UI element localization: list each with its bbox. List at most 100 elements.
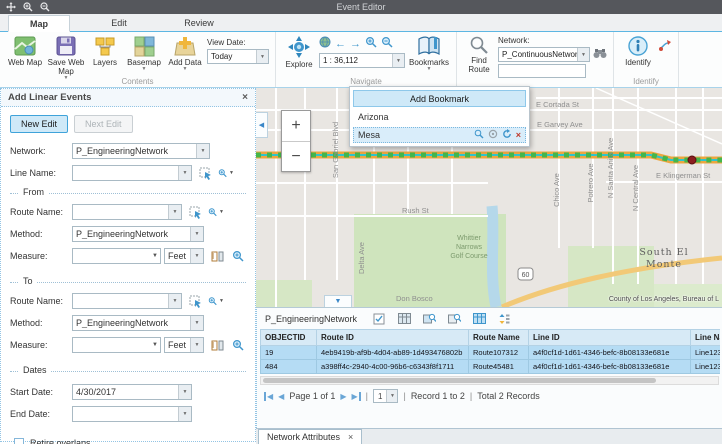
save-web-map-button[interactable]: Save Web Map ▼ bbox=[47, 35, 85, 81]
to-unit-select[interactable]: Feet ▼ bbox=[164, 337, 204, 353]
from-unit-select[interactable]: Feet ▼ bbox=[164, 248, 204, 264]
zoom-select-dropdown-icon[interactable]: ▼ bbox=[218, 166, 234, 180]
from-measure-input[interactable]: ▼ bbox=[72, 248, 161, 264]
tab-map[interactable]: Map bbox=[8, 15, 70, 32]
collapse-panel-left-button[interactable]: ◀ bbox=[256, 112, 268, 138]
last-page-button[interactable]: ▶ bbox=[352, 392, 361, 401]
col-objectid[interactable]: OBJECTID bbox=[261, 330, 317, 346]
chevron-down-icon[interactable]: ▼ bbox=[178, 407, 191, 421]
zoom-in-icon[interactable] bbox=[365, 35, 377, 53]
bookmark-delete-icon[interactable]: × bbox=[516, 130, 521, 140]
next-extent-icon[interactable]: → bbox=[350, 39, 361, 50]
next-page-button[interactable]: ▶ bbox=[340, 392, 346, 401]
chevron-down-icon[interactable]: ▼ bbox=[190, 338, 203, 352]
select-line-on-map-icon[interactable] bbox=[197, 166, 213, 180]
close-icon[interactable]: × bbox=[348, 432, 353, 442]
bookmark-item-mesa[interactable]: Mesa × bbox=[353, 127, 526, 143]
close-icon[interactable]: × bbox=[242, 92, 248, 103]
identify-button[interactable]: Identify bbox=[620, 35, 656, 67]
checkbox[interactable] bbox=[14, 438, 24, 444]
network-field-select[interactable]: P_EngineeringNetwork ▼ bbox=[72, 143, 210, 159]
chevron-down-icon[interactable]: ▼ bbox=[190, 249, 203, 263]
select-route-on-map-icon[interactable] bbox=[187, 205, 203, 219]
chevron-down-icon[interactable]: ▼ bbox=[178, 385, 191, 399]
web-map-button[interactable]: Web Map bbox=[6, 35, 44, 67]
bookmark-item-arizona[interactable]: Arizona bbox=[353, 109, 526, 125]
col-line-name[interactable]: Line Name bbox=[691, 330, 721, 346]
chevron-down-icon[interactable]: ▼ bbox=[152, 342, 160, 348]
network-select[interactable]: P_ContinuousNetwork ▼ bbox=[498, 47, 590, 62]
chevron-down-icon[interactable]: ▼ bbox=[190, 227, 203, 241]
bookmark-pan-icon[interactable] bbox=[488, 129, 498, 141]
table-row[interactable]: 19 4eb9419b-af9b-4d04-ab89-1d493476802b … bbox=[261, 346, 721, 360]
bookmark-refresh-icon[interactable] bbox=[502, 129, 512, 141]
pan-tool-icon[interactable] bbox=[5, 2, 16, 13]
chevron-down-icon[interactable]: ▼ bbox=[190, 316, 203, 330]
collapse-table-button[interactable]: ▼ bbox=[324, 295, 352, 307]
bookmark-zoom-icon[interactable] bbox=[474, 129, 484, 141]
page-size-select[interactable]: 1 ▼ bbox=[373, 389, 398, 403]
start-date-input[interactable]: 4/30/2017 ▼ bbox=[72, 384, 192, 400]
zoom-out-icon[interactable] bbox=[381, 35, 393, 53]
select-route-on-map-icon[interactable] bbox=[187, 294, 203, 308]
view-date-select[interactable]: Today ▼ bbox=[207, 49, 269, 64]
full-extent-icon[interactable] bbox=[319, 35, 331, 53]
col-line-id[interactable]: Line ID bbox=[529, 330, 691, 346]
col-route-name[interactable]: Route Name bbox=[469, 330, 529, 346]
to-route-name-select[interactable]: ▼ bbox=[72, 293, 182, 309]
measure-ruler-icon[interactable] bbox=[209, 249, 225, 263]
zoom-to-selection-icon[interactable] bbox=[422, 312, 436, 325]
tab-network-attributes[interactable]: Network Attributes × bbox=[258, 429, 362, 444]
explore-button[interactable]: Explore bbox=[282, 35, 316, 69]
add-data-button[interactable]: Add Data ▼ bbox=[166, 35, 204, 72]
zoom-out-tool-icon[interactable] bbox=[39, 2, 50, 13]
show-table-icon[interactable] bbox=[397, 312, 411, 325]
chevron-down-icon[interactable]: ▼ bbox=[152, 253, 160, 259]
find-route-button[interactable]: Find Route bbox=[463, 35, 495, 74]
next-edit-button[interactable]: Next Edit bbox=[74, 115, 133, 133]
chevron-down-icon[interactable]: ▼ bbox=[168, 205, 181, 219]
end-date-input[interactable]: ▼ bbox=[72, 406, 192, 422]
scrollbar-thumb[interactable] bbox=[263, 378, 656, 383]
highlight-selection-icon[interactable] bbox=[472, 312, 486, 325]
map-zoom-in-button[interactable]: + bbox=[282, 111, 310, 141]
col-route-id[interactable]: Route ID bbox=[317, 330, 469, 346]
zoom-to-measure-icon[interactable] bbox=[230, 338, 246, 352]
line-name-select[interactable]: ▼ bbox=[72, 165, 192, 181]
chevron-down-icon[interactable]: ▼ bbox=[386, 390, 397, 402]
find-route-input[interactable] bbox=[498, 64, 586, 78]
previous-extent-icon[interactable]: ← bbox=[335, 39, 346, 50]
chevron-down-icon[interactable]: ▼ bbox=[168, 294, 181, 308]
from-route-name-select[interactable]: ▼ bbox=[72, 204, 182, 220]
chevron-down-icon[interactable]: ▼ bbox=[392, 54, 404, 67]
add-bookmark-button[interactable]: Add Bookmark bbox=[353, 90, 526, 107]
first-page-button[interactable]: ◀ bbox=[264, 392, 273, 401]
from-method-select[interactable]: P_EngineeringNetwork ▼ bbox=[72, 226, 204, 242]
new-edit-button[interactable]: New Edit bbox=[10, 115, 68, 133]
measure-ruler-icon[interactable] bbox=[209, 338, 225, 352]
basemap-button[interactable]: Basemap ▼ bbox=[125, 35, 163, 72]
scale-select[interactable]: 1 : 36,112 ▼ bbox=[319, 53, 405, 68]
binoculars-icon[interactable] bbox=[593, 48, 607, 61]
chevron-down-icon[interactable]: ▼ bbox=[196, 144, 209, 158]
to-method-select[interactable]: P_EngineeringNetwork ▼ bbox=[72, 315, 204, 331]
pan-to-selection-icon[interactable] bbox=[447, 312, 461, 325]
previous-page-button[interactable]: ◀ bbox=[278, 392, 284, 401]
zoom-select-dropdown-icon[interactable]: ▼ bbox=[208, 294, 224, 308]
zoom-to-measure-icon[interactable] bbox=[230, 249, 246, 263]
selection-options-icon[interactable] bbox=[372, 312, 386, 325]
map-zoom-out-button[interactable]: − bbox=[282, 141, 310, 171]
chevron-down-icon[interactable]: ▼ bbox=[178, 166, 191, 180]
zoom-select-dropdown-icon[interactable]: ▼ bbox=[208, 205, 224, 219]
table-row[interactable]: 484 a398ff4c-2940-4c00-96b6-c6343f8f1711… bbox=[261, 360, 721, 374]
to-measure-input[interactable]: ▼ bbox=[72, 337, 161, 353]
sort-icon[interactable] bbox=[497, 312, 511, 325]
tab-edit[interactable]: Edit bbox=[88, 14, 150, 31]
zoom-in-tool-icon[interactable] bbox=[22, 2, 33, 13]
bookmarks-button[interactable]: Bookmarks ▼ bbox=[408, 35, 450, 72]
identify-route-icon[interactable] bbox=[659, 39, 672, 57]
chevron-down-icon[interactable]: ▼ bbox=[256, 50, 268, 63]
chevron-down-icon[interactable]: ▼ bbox=[577, 48, 589, 61]
horizontal-scrollbar[interactable] bbox=[260, 376, 719, 385]
tab-review[interactable]: Review bbox=[168, 14, 230, 31]
